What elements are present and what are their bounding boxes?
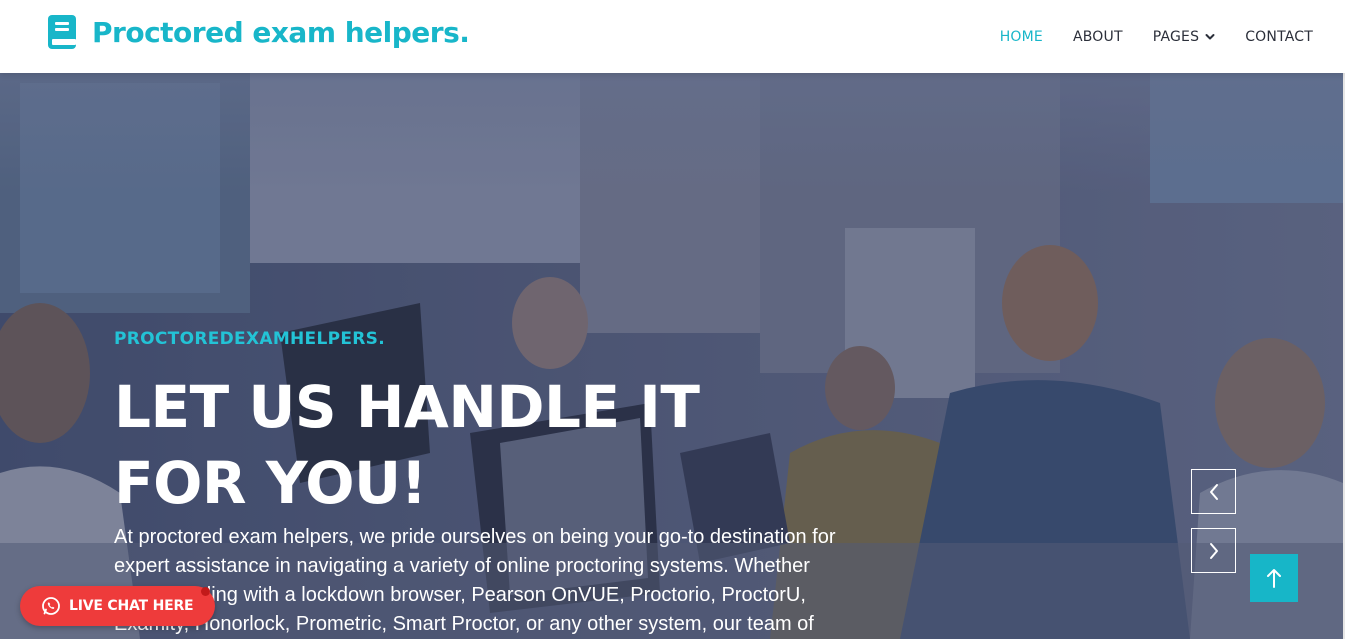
nav-pages-label: PAGES xyxy=(1152,28,1200,45)
arrow-up-icon xyxy=(1267,569,1281,588)
nav-home[interactable]: HOME xyxy=(1000,29,1043,45)
nav-pages[interactable]: PAGES xyxy=(1153,29,1215,45)
carousel-prev-button[interactable] xyxy=(1191,469,1236,514)
book-icon xyxy=(48,15,76,49)
main-nav: HOME ABOUT PAGES CONTACT xyxy=(970,0,1313,73)
hero-carousel: PROCTOREDEXAMHELPERS. LET US HANDLE IT F… xyxy=(0,73,1343,639)
whatsapp-icon xyxy=(42,597,60,615)
hero-kicker: PROCTOREDEXAMHELPERS. xyxy=(114,329,385,349)
carousel-next-button[interactable] xyxy=(1191,528,1236,573)
hero-description: At proctored exam helpers, we pride ours… xyxy=(114,526,836,635)
navbar: Proctored exam helpers. HOME ABOUT PAGES… xyxy=(0,0,1345,73)
chevron-down-icon xyxy=(1205,33,1215,39)
notification-dot xyxy=(201,587,210,596)
live-chat-button[interactable]: LIVE CHAT HERE xyxy=(20,586,215,626)
brand-logo-link[interactable]: Proctored exam helpers. xyxy=(47,15,470,49)
hero-title: LET US HANDLE IT FOR YOU! xyxy=(114,373,700,517)
back-to-top-button[interactable] xyxy=(1250,554,1298,602)
hero-content: PROCTOREDEXAMHELPERS. LET US HANDLE IT F… xyxy=(114,329,854,639)
nav-about[interactable]: ABOUT xyxy=(1073,29,1123,45)
chevron-left-icon xyxy=(1209,483,1218,500)
nav-contact[interactable]: CONTACT xyxy=(1245,29,1313,45)
chevron-right-icon xyxy=(1209,542,1218,559)
live-chat-label: LIVE CHAT HERE xyxy=(69,598,194,614)
brand-name: Proctored exam helpers. xyxy=(92,15,470,49)
